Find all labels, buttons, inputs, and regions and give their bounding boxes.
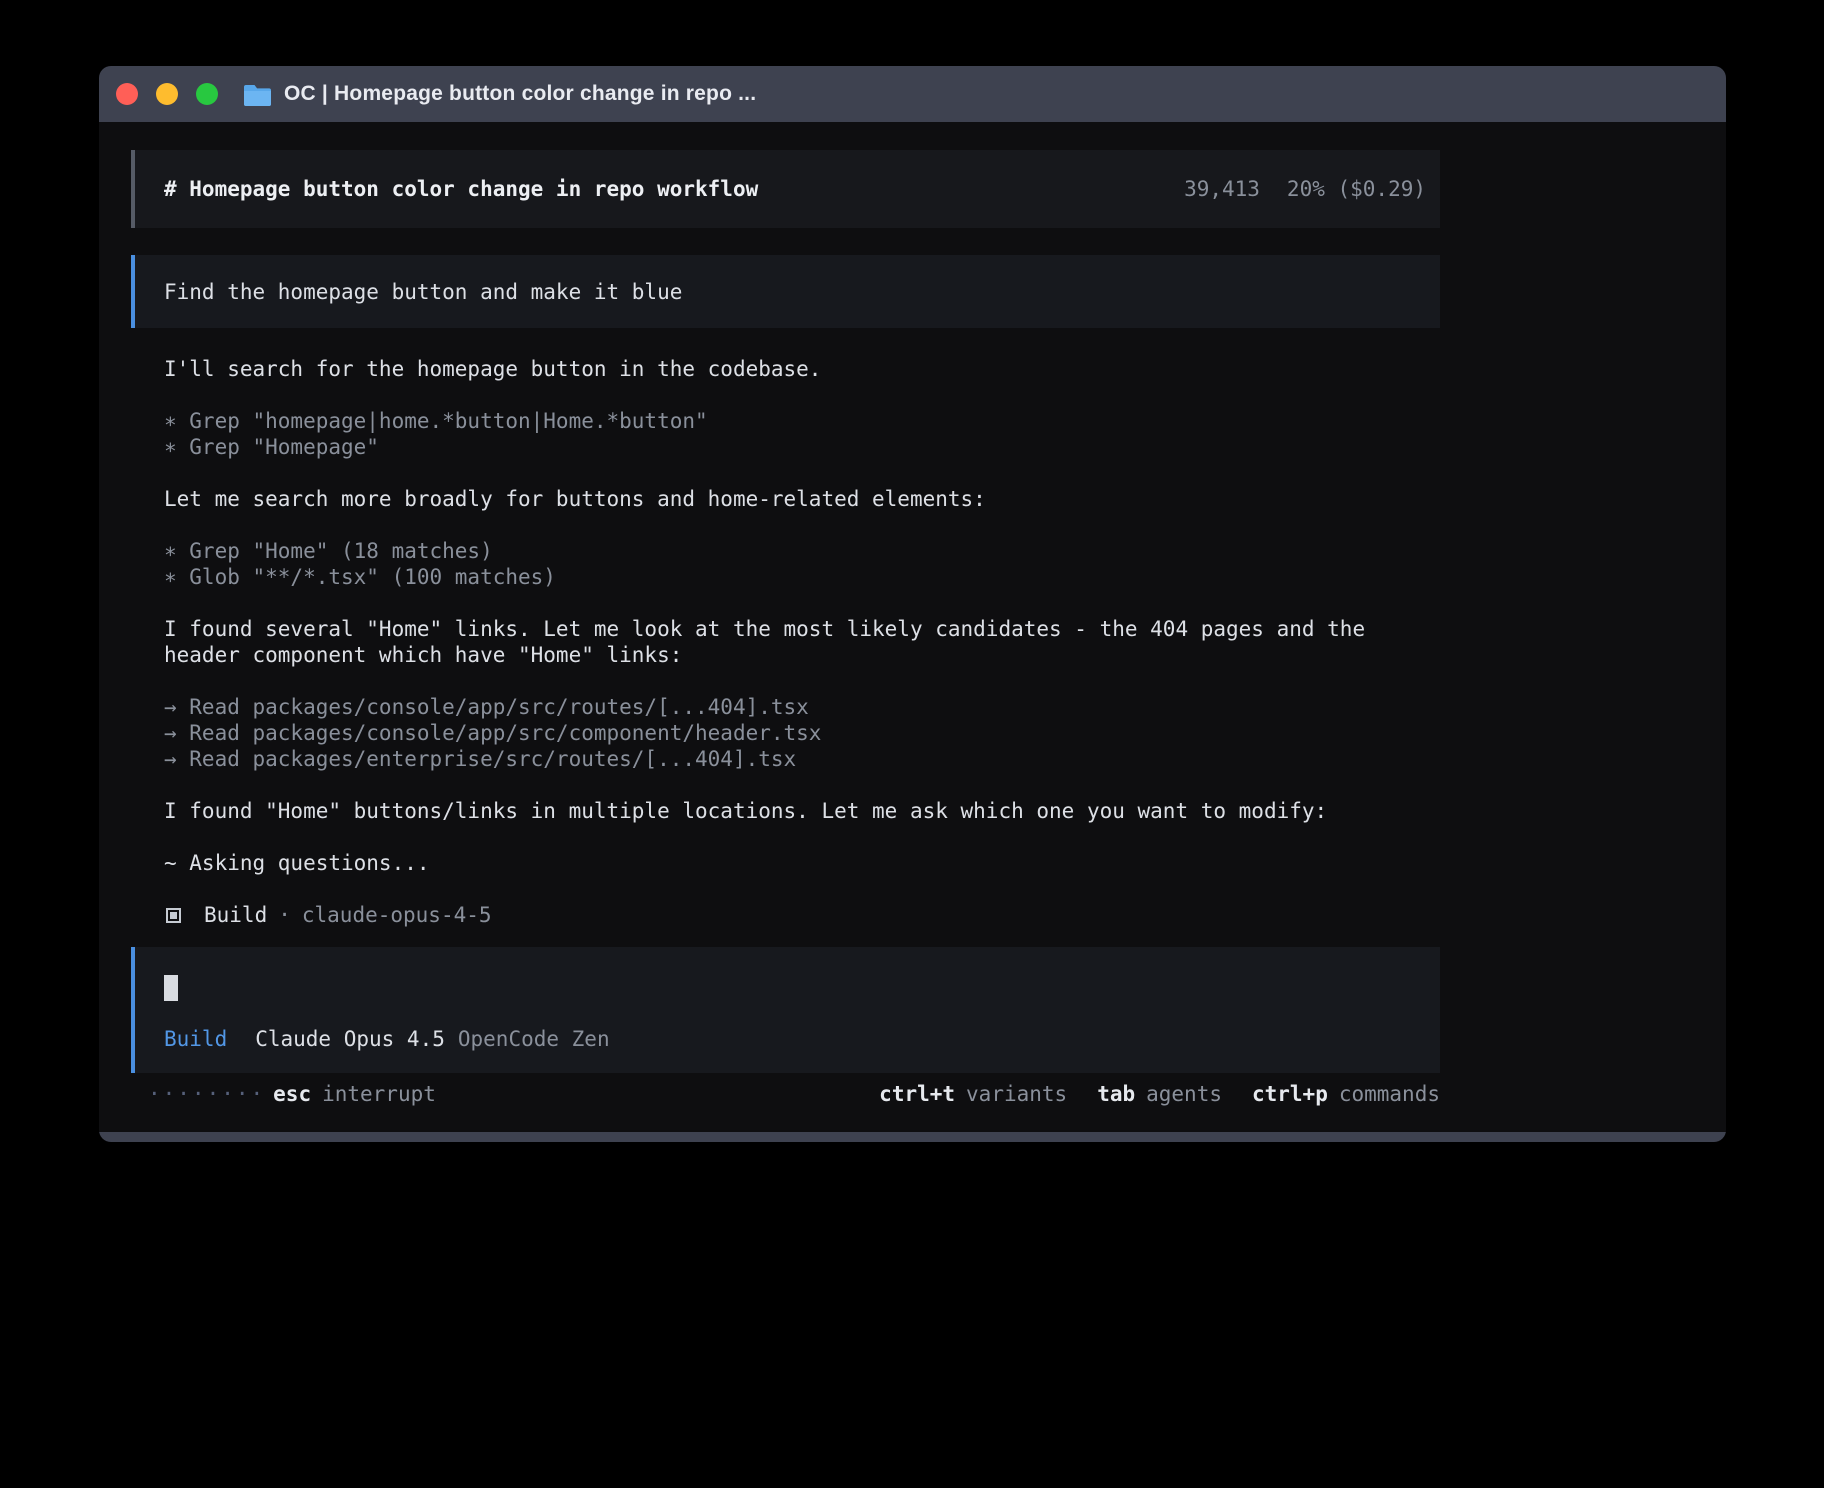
status-esc-key: esc [273, 1082, 311, 1106]
text-cursor [164, 975, 178, 1001]
transcript-line [164, 460, 1726, 486]
terminal-content: # Homepage button color change in repo w… [99, 122, 1726, 1107]
status-left: ········ esc interrupt [148, 1082, 436, 1106]
transcript-line [164, 876, 1726, 902]
prompt-input[interactable]: Build Claude Opus 4.5 OpenCode Zen [131, 947, 1440, 1073]
zoom-button[interactable] [196, 83, 218, 105]
transcript-line: → Read packages/enterprise/src/routes/[.… [164, 746, 1726, 772]
transcript-line: ∗ Grep "homepage|home.*button|Home.*butt… [164, 408, 1726, 434]
status-hint-label: commands [1339, 1082, 1440, 1106]
agent-status-line: Build · claude-opus-4-5 [131, 902, 1726, 928]
transcript-line: ~ Asking questions... [164, 850, 1726, 876]
transcript-line: → Read packages/console/app/src/componen… [164, 720, 1726, 746]
titlebar[interactable]: OC | Homepage button color change in rep… [99, 66, 1726, 122]
status-hints: ctrl+t variants tab agents ctrl+p commands [879, 1082, 1440, 1106]
transcript-line: ∗ Grep "Homepage" [164, 434, 1726, 460]
token-count: 39,413 [1184, 177, 1260, 201]
transcript-line [164, 382, 1726, 408]
input-provider-label: OpenCode Zen [458, 1027, 610, 1051]
transcript-line [164, 772, 1726, 798]
user-message: Find the homepage button and make it blu… [131, 255, 1440, 328]
user-message-text: Find the homepage button and make it blu… [164, 280, 682, 304]
agent-build-icon [166, 908, 181, 923]
session-title: # Homepage button color change in repo w… [164, 177, 758, 201]
transcript-line [164, 590, 1726, 616]
transcript-line: I'll search for the homepage button in t… [164, 356, 1726, 382]
status-hint-label: agents [1146, 1082, 1222, 1106]
transcript: I'll search for the homepage button in t… [131, 356, 1726, 902]
status-bar: ········ esc interrupt ctrl+t variants tab… [131, 1081, 1440, 1107]
agent-model: claude-opus-4-5 [302, 903, 492, 927]
minimize-button[interactable] [156, 83, 178, 105]
agent-name: Build [204, 903, 267, 927]
agent-separator: · [278, 903, 291, 927]
input-model-label[interactable]: Claude Opus 4.5 [255, 1027, 445, 1051]
terminal-window: OC | Homepage button color change in rep… [99, 66, 1726, 1142]
transcript-line: ∗ Grep "Home" (18 matches) [164, 538, 1726, 564]
status-hint: tab agents [1097, 1082, 1222, 1106]
transcript-line: I found several "Home" links. Let me loo… [164, 616, 1726, 642]
input-agent-label[interactable]: Build [164, 1027, 227, 1051]
transcript-line: I found "Home" buttons/links in multiple… [164, 798, 1726, 824]
spinner-dots: ········ [148, 1082, 265, 1106]
close-button[interactable] [116, 83, 138, 105]
transcript-line: Let me search more broadly for buttons a… [164, 486, 1726, 512]
traffic-lights [116, 83, 218, 105]
session-header: # Homepage button color change in repo w… [131, 150, 1440, 228]
status-hint: ctrl+p commands [1252, 1082, 1440, 1106]
session-stats: 39,413 20% ($0.29) [1184, 177, 1426, 201]
transcript-line [164, 512, 1726, 538]
status-hint-key: ctrl+t [879, 1082, 955, 1106]
window-bottom-rim [99, 1132, 1726, 1142]
context-cost: 20% ($0.29) [1287, 177, 1426, 201]
status-hint-key: tab [1097, 1082, 1135, 1106]
status-hint-key: ctrl+p [1252, 1082, 1328, 1106]
transcript-line [164, 824, 1726, 850]
transcript-line: ∗ Glob "**/*.tsx" (100 matches) [164, 564, 1726, 590]
status-hint-label: variants [966, 1082, 1067, 1106]
transcript-line [164, 668, 1726, 694]
status-esc-label: interrupt [322, 1082, 436, 1106]
status-hint: ctrl+t variants [879, 1082, 1067, 1106]
folder-icon [244, 83, 271, 106]
window-title: OC | Homepage button color change in rep… [284, 82, 756, 106]
transcript-line: → Read packages/console/app/src/routes/[… [164, 694, 1726, 720]
model-row: Build Claude Opus 4.5 OpenCode Zen [164, 1027, 1440, 1051]
transcript-line: header component which have "Home" links… [164, 642, 1726, 668]
